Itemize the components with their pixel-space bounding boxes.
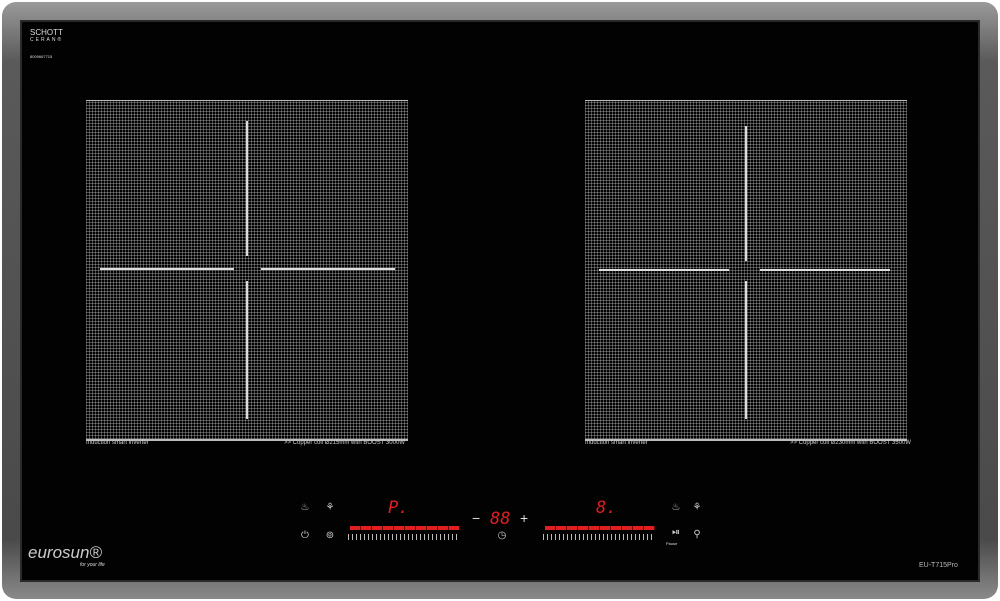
zone-left-spec: >> Copper coil Ø215mm with BOOST 3000W: [284, 440, 405, 446]
model-number: EU-T715Pro: [919, 562, 958, 569]
zone-left-caption: Induction smart inverter: [86, 440, 149, 446]
heat-icon-right[interactable]: ♨: [669, 502, 683, 513]
left-slider-ticks[interactable]: [348, 534, 460, 540]
eurosun-logo: eurosun®: [28, 543, 102, 562]
tagline: for your life: [80, 562, 105, 568]
pause-label: Pause: [666, 541, 678, 546]
schott-logo: SCHOTT: [30, 28, 63, 37]
zone-right-caption: Induction smart inverter: [585, 440, 648, 446]
pause-icon[interactable]: ⏯: [669, 527, 683, 538]
right-power-slider[interactable]: [545, 526, 655, 530]
zone-right-spec: >> Copper coil Ø230mm with BOOST 3500W: [790, 440, 911, 446]
clock-icon[interactable]: ◷: [495, 530, 509, 541]
serial-number: 8009667715: [30, 54, 53, 59]
keep-warm-icon-right[interactable]: ⚘: [690, 502, 704, 513]
keep-warm-icon-left[interactable]: ⚘: [323, 502, 337, 513]
right-zone-display: 8.: [596, 498, 617, 518]
ceran-logo: CERAN®: [30, 37, 64, 43]
left-power-slider[interactable]: [350, 526, 460, 530]
left-zone-display: P.: [388, 498, 409, 518]
timer-plus-button[interactable]: +: [520, 510, 528, 526]
power-icon[interactable]: ⏻: [298, 530, 312, 541]
right-slider-ticks[interactable]: [543, 534, 655, 540]
glass-surface: SCHOTT CERAN® 8009667715 Induction smart…: [22, 22, 978, 580]
lock-timer-icon[interactable]: ⊚: [323, 530, 337, 541]
cooking-zone-left[interactable]: [86, 100, 408, 441]
timer-display: 88: [490, 509, 511, 529]
boost-icon[interactable]: ⚲: [690, 529, 704, 540]
heat-icon-left[interactable]: ♨: [298, 502, 312, 513]
timer-minus-button[interactable]: −: [472, 510, 480, 526]
cooking-zone-right[interactable]: [585, 100, 907, 441]
